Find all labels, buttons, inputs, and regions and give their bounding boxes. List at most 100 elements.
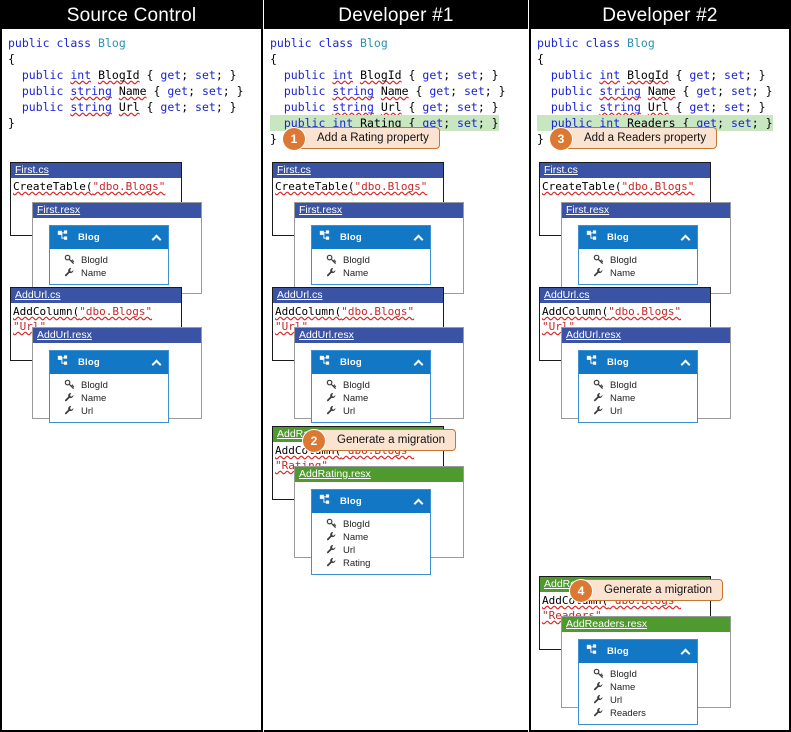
chevron-up-icon[interactable] xyxy=(152,234,162,242)
property-icon xyxy=(326,267,337,281)
code-open-brace: { xyxy=(8,52,15,66)
migration-resx-file[interactable]: First.resx Blog BlogId Name xyxy=(32,202,202,294)
callout-4: 4 Generate a migration xyxy=(569,579,724,603)
migration-resx-file[interactable]: AddUrl.resx Blog BlogId Name Url xyxy=(32,327,202,423)
chevron-up-icon[interactable] xyxy=(681,234,691,242)
entity-property-row: BlogId xyxy=(312,518,430,531)
property-icon xyxy=(64,267,75,281)
entity-property-label: Url xyxy=(610,406,623,417)
entity-name: Blog xyxy=(340,496,362,507)
entity-box: Blog BlogId Name Url xyxy=(49,350,169,423)
property-icon xyxy=(326,531,337,545)
code-close-brace: } xyxy=(270,132,277,146)
migration-resx-file[interactable]: AddUrl.resx Blog BlogId Name Url xyxy=(561,327,731,423)
property-icon xyxy=(64,392,75,406)
entity-header: Blog xyxy=(312,490,430,513)
entity-property-row: BlogId xyxy=(312,379,430,392)
migration-group: AddUrl.cs AddColumn("dbo.Blogs" "Url" AddU… xyxy=(10,287,260,423)
migration-resx-file[interactable]: AddReaders.resx Blog BlogId Name Url Readers xyxy=(561,616,731,725)
property-icon xyxy=(593,392,604,406)
migration-resx-file[interactable]: AddRating.resx Blog BlogId Name Url Rating xyxy=(294,466,464,575)
property-icon xyxy=(64,405,75,419)
migration-resx-filename: AddRating.resx xyxy=(295,467,463,482)
property-icon xyxy=(593,405,604,419)
code-property: public int BlogId { get; set; } xyxy=(21,68,237,82)
entity-property-list: BlogId Name xyxy=(312,249,430,284)
chevron-up-icon[interactable] xyxy=(681,359,691,367)
migration-resx-filename: First.resx xyxy=(562,203,730,218)
migration-resx-filename: AddUrl.resx xyxy=(562,328,730,343)
entity-name: Blog xyxy=(340,232,362,243)
column-2: Developer #2 public class Blog { public i… xyxy=(529,0,791,732)
entity-icon xyxy=(57,229,70,246)
chevron-up-icon[interactable] xyxy=(414,359,424,367)
entity-box: Blog BlogId Name Url xyxy=(311,350,431,423)
callout-1: 1 Add a Rating property xyxy=(282,127,440,151)
key-icon xyxy=(326,254,337,268)
migration-resx-file[interactable]: First.resx Blog BlogId Name xyxy=(561,202,731,294)
chevron-up-icon[interactable] xyxy=(414,498,424,506)
migration-resx-filename: AddUrl.resx xyxy=(33,328,201,343)
entity-property-label: Rating xyxy=(343,558,371,569)
chevron-up-icon[interactable] xyxy=(414,234,424,242)
column-title: Developer #2 xyxy=(531,2,789,29)
entity-property-row: Url xyxy=(579,405,697,418)
migration-resx-filename: AddReaders.resx xyxy=(562,617,730,632)
code-property: public string Url { get; set; } xyxy=(21,100,237,114)
entity-box: Blog BlogId Name xyxy=(578,225,698,285)
migration-resx-file[interactable]: AddUrl.resx Blog BlogId Name Url xyxy=(294,327,464,423)
callout-number: 4 xyxy=(569,579,593,603)
entity-property-label: BlogId xyxy=(343,519,370,530)
entity-box: Blog BlogId Name Url xyxy=(578,350,698,423)
entity-property-row: Url xyxy=(50,405,168,418)
property-icon xyxy=(326,557,337,571)
code-property: public int BlogId { get; set; } xyxy=(283,68,499,82)
entity-property-row: Name xyxy=(312,531,430,544)
migration-resx-file[interactable]: First.resx Blog BlogId Name xyxy=(294,202,464,294)
entity-box: Blog BlogId Name xyxy=(311,225,431,285)
entity-property-label: BlogId xyxy=(343,380,370,391)
entity-property-label: BlogId xyxy=(81,255,108,266)
code-property: public string Name { get; set; } xyxy=(21,84,244,98)
entity-property-list: BlogId Name Url Readers xyxy=(579,663,697,724)
entity-header: Blog xyxy=(50,351,168,374)
migration-cs-code: CreateTable("dbo.Blogs" xyxy=(13,180,166,193)
migration-group: AddUrl.cs AddColumn("dbo.Blogs" "Url" AddU… xyxy=(539,287,789,423)
entity-property-list: BlogId Name xyxy=(50,249,168,284)
column-1: Developer #1 public class Blog { public i… xyxy=(264,0,528,732)
entity-icon xyxy=(319,493,332,510)
code-line-class: public class Blog xyxy=(270,36,388,50)
callout-2: 2 Generate a migration xyxy=(302,429,457,453)
callout-3: 3 Add a Readers property xyxy=(549,127,718,151)
entity-property-row: Name xyxy=(312,267,430,280)
entity-property-label: Readers xyxy=(610,708,646,719)
entity-property-row: Url xyxy=(312,544,430,557)
code-open-brace: { xyxy=(270,52,277,66)
migration-group: First.cs CreateTable("dbo.Blogs" First.re… xyxy=(10,162,260,294)
entity-icon xyxy=(586,643,599,660)
entity-header: Blog xyxy=(50,226,168,249)
callout-number: 1 xyxy=(282,127,306,151)
entity-property-label: Name xyxy=(343,532,369,543)
entity-icon xyxy=(319,229,332,246)
entity-property-list: BlogId Name Url xyxy=(50,374,168,422)
chevron-up-icon[interactable] xyxy=(152,359,162,367)
entity-property-label: BlogId xyxy=(610,380,637,391)
entity-box: Blog BlogId Name Url Rating xyxy=(311,489,431,575)
entity-name: Blog xyxy=(78,232,100,243)
entity-property-row: Url xyxy=(579,694,697,707)
entity-property-row: Rating xyxy=(312,557,430,570)
callout-text: Generate a migration xyxy=(337,434,446,446)
entity-property-row: Readers xyxy=(579,707,697,720)
key-icon xyxy=(64,379,75,393)
migration-cs-code: CreateTable("dbo.Blogs" xyxy=(275,180,428,193)
entity-name: Blog xyxy=(78,357,100,368)
key-icon xyxy=(593,379,604,393)
code-line-class: public class Blog xyxy=(8,36,126,50)
entity-icon xyxy=(586,354,599,371)
entity-property-row: BlogId xyxy=(50,379,168,392)
chevron-up-icon[interactable] xyxy=(681,648,691,656)
entity-header: Blog xyxy=(312,226,430,249)
entity-icon xyxy=(57,354,70,371)
callout-text: Generate a migration xyxy=(604,584,713,596)
